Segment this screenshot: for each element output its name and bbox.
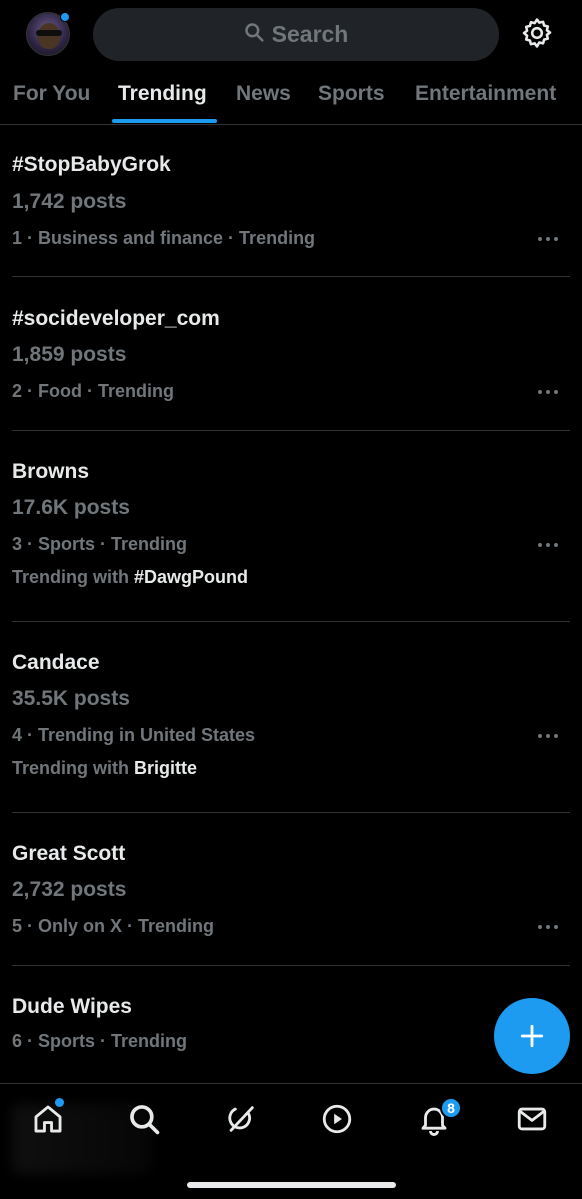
- divider: [12, 276, 570, 277]
- trend-post-count: 2,732 posts: [12, 878, 127, 901]
- trend-post-count: 1,859 posts: [12, 343, 127, 366]
- trending-with: Trending with Brigitte: [12, 758, 197, 779]
- divider: [12, 430, 570, 431]
- trend-title: #socideveloper_com: [12, 307, 220, 330]
- tab-entertainment[interactable]: Entertainment: [415, 82, 556, 106]
- trend-item[interactable]: #socideveloper_com 1,859 posts 2 · Food …: [12, 304, 570, 431]
- tab-bar: For You Trending News Sports Entertainme…: [0, 70, 582, 125]
- tab-for-you[interactable]: For You: [13, 82, 90, 106]
- avatar-notification-dot: [60, 12, 70, 22]
- divider: [12, 965, 570, 966]
- trend-meta: 5 · Only on X · Trending: [12, 916, 215, 936]
- search-icon: [244, 21, 264, 48]
- trend-title: Browns: [12, 460, 90, 483]
- avatar-face: [38, 23, 60, 49]
- video-icon[interactable]: [320, 1102, 354, 1136]
- home-unread-dot: [55, 1098, 64, 1107]
- messages-icon[interactable]: [515, 1102, 549, 1136]
- trend-item[interactable]: Great Scott 2,732 posts 5 · Only on X · …: [12, 839, 570, 966]
- notifications-badge: 8: [440, 1097, 462, 1119]
- trend-meta: 2 · Food · Trending: [12, 381, 174, 401]
- home-indicator[interactable]: [187, 1182, 396, 1188]
- search-placeholder: Search: [271, 21, 349, 47]
- grok-icon[interactable]: [224, 1102, 258, 1136]
- tab-sports[interactable]: Sports: [318, 82, 385, 106]
- avatar-glasses: [36, 30, 62, 36]
- home-icon[interactable]: [31, 1102, 65, 1136]
- trend-meta: 1 · Business and finance · Trending: [12, 228, 316, 248]
- trend-title: Dude Wipes: [12, 995, 132, 1018]
- trend-post-count: 35.5K posts: [12, 687, 130, 710]
- top-bar: Search: [0, 0, 582, 70]
- trend-post-count: 1,742 posts: [12, 190, 127, 213]
- more-options-icon[interactable]: [538, 236, 558, 242]
- trend-meta: 6 · Sports · Trending: [12, 1031, 188, 1051]
- trend-meta: 4 · Trending in United States: [12, 725, 256, 745]
- compose-post-button[interactable]: [494, 998, 570, 1074]
- more-options-icon[interactable]: [538, 389, 558, 395]
- trend-title: Great Scott: [12, 842, 126, 865]
- trend-meta: 3 · Sports · Trending: [12, 534, 188, 554]
- more-options-icon[interactable]: [538, 924, 558, 930]
- trend-title: Candace: [12, 651, 100, 674]
- trending-with-topic[interactable]: Brigitte: [134, 758, 197, 778]
- trend-post-count: 17.6K posts: [12, 496, 130, 519]
- trending-with-hashtag[interactable]: #DawgPound: [134, 567, 248, 587]
- trend-item[interactable]: #StopBabyGrok 1,742 posts 1 · Business a…: [12, 150, 570, 277]
- trend-title: #StopBabyGrok: [12, 153, 171, 176]
- search-icon[interactable]: [127, 1102, 161, 1136]
- trending-with-label: Trending with: [12, 758, 129, 778]
- plus-icon: [520, 1024, 544, 1048]
- trend-item[interactable]: Browns 17.6K posts 3 · Sports · Trending…: [12, 457, 570, 622]
- divider: [12, 812, 570, 813]
- divider: [12, 621, 570, 622]
- trend-item[interactable]: Dude Wipes 6 · Sports · Trending: [12, 992, 570, 1082]
- tab-trending[interactable]: Trending: [118, 82, 207, 106]
- trend-item[interactable]: Candace 35.5K posts 4 · Trending in Unit…: [12, 648, 570, 813]
- active-tab-indicator: [112, 119, 217, 123]
- more-options-icon[interactable]: [538, 733, 558, 739]
- more-options-icon[interactable]: [538, 542, 558, 548]
- settings-gear-icon[interactable]: [520, 16, 554, 50]
- trending-with-label: Trending with: [12, 567, 129, 587]
- trending-with: Trending with #DawgPound: [12, 567, 248, 588]
- search-input[interactable]: Search: [93, 8, 499, 61]
- tab-news[interactable]: News: [236, 82, 291, 106]
